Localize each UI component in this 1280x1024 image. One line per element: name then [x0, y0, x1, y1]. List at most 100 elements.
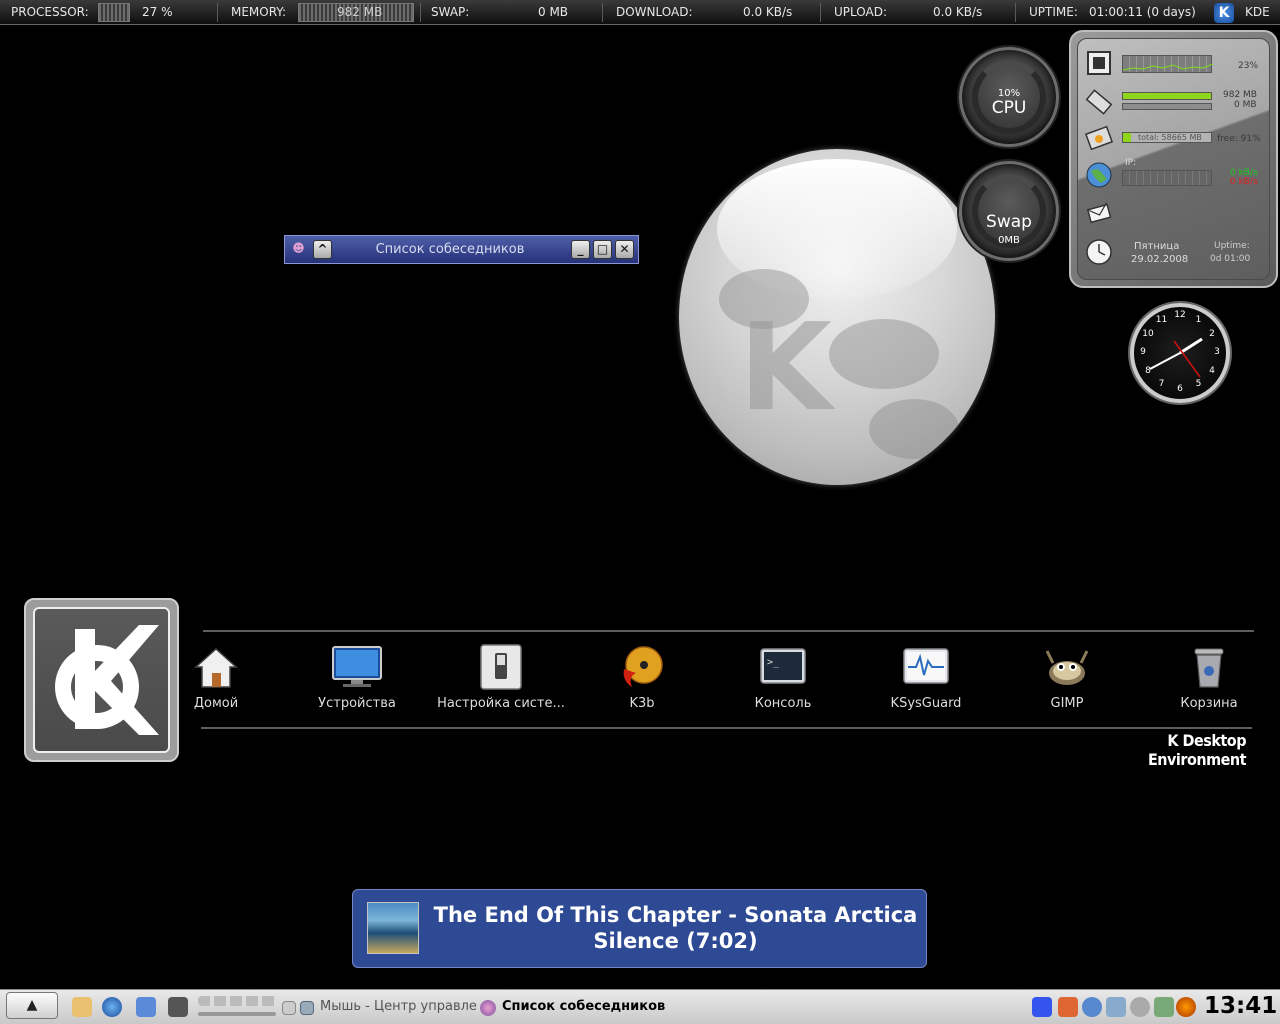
cpu-history-graph [1122, 55, 1214, 73]
task-contact-list[interactable]: Список собеседников [502, 999, 665, 1014]
album-cover-image [367, 902, 419, 954]
network-globe-icon [1086, 162, 1112, 188]
swap-gauge: Swap 0MB [959, 161, 1059, 261]
task-control-center[interactable]: Мышь - Центр управле [320, 999, 477, 1014]
tray-amarok-icon[interactable] [1058, 997, 1078, 1017]
sysmon-date: 29.02.2008 [1131, 254, 1189, 265]
taskbar-clock[interactable]: 13:41 [1204, 993, 1277, 1019]
home-icon [194, 647, 238, 688]
cpu-chip-icon [1087, 51, 1111, 75]
launcher-label: Корзина [1180, 696, 1238, 711]
kopete-app-icon[interactable]: ☻ [289, 240, 308, 259]
launcher-top-divider [203, 630, 1254, 632]
swap-label: SWAP: [431, 5, 470, 19]
launcher-bottom-divider [201, 727, 1252, 729]
clock-numeral: 12 [1174, 310, 1186, 320]
separator [820, 3, 821, 22]
clock-numeral: 1 [1195, 314, 1202, 325]
system-settings-icon [480, 644, 522, 690]
launcher-label: GIMP [1050, 696, 1084, 711]
kde-watermark-icon: K [739, 299, 832, 438]
svg-text:>_: >_ [767, 657, 780, 668]
kde-logo-icon[interactable]: K [1214, 3, 1234, 23]
clock-numeral: 3 [1214, 347, 1220, 357]
clock-numeral: 8 [1145, 365, 1151, 376]
sysmon-cpu-percent: 23% [1238, 61, 1259, 71]
top-status-bar: PROCESSOR: 27 % MEMORY: 982 MB SWAP: 0 M… [0, 0, 1280, 25]
hard-disk-icon [1085, 125, 1113, 151]
swap-gauge-label: Swap [986, 212, 1032, 232]
konqueror-icon[interactable] [102, 997, 122, 1017]
trash-icon [1194, 648, 1224, 688]
clock-hour-hand [1179, 337, 1203, 355]
tray-network-icon[interactable] [1082, 997, 1102, 1017]
tray-firefox-icon[interactable] [1176, 997, 1196, 1017]
clock-numeral: 7 [1158, 379, 1165, 390]
media-seek-slider[interactable] [198, 1012, 276, 1016]
separator [420, 3, 421, 22]
download-label: DOWNLOAD: [616, 5, 693, 19]
tray-kmix-icon[interactable] [1106, 997, 1126, 1017]
tray-update-icon[interactable] [1130, 997, 1150, 1017]
maximize-button[interactable]: □ [593, 240, 612, 259]
sysmon-uptime-label: Uptime: [1214, 241, 1250, 251]
kde-big-logo-button[interactable] [24, 598, 179, 762]
close-button[interactable]: ✕ [615, 240, 634, 259]
k3b-icon [623, 646, 663, 687]
clock-numeral: 2 [1209, 328, 1215, 339]
track-title: The End Of This Chapter - Sonata Arctica [433, 903, 918, 927]
launcher-label: Домой [193, 696, 239, 711]
minimize-button[interactable]: _ [571, 240, 590, 259]
clock-numeral: 4 [1209, 365, 1215, 376]
memory-module-icon [1085, 89, 1113, 115]
download-value: 0.0 KB/s [743, 5, 793, 19]
processor-label: PROCESSOR: [11, 5, 89, 19]
uptime-label: UPTIME: [1029, 5, 1078, 19]
launcher-label: Консоль [754, 696, 812, 711]
contact-list-window-titlebar[interactable]: ☻ ^ Список собеседников _ □ ✕ [284, 235, 639, 264]
file-manager-icon[interactable] [136, 997, 156, 1017]
ksysguard-icon [903, 648, 949, 684]
separator [1015, 3, 1016, 22]
launcher-label: KSysGuard [890, 696, 962, 711]
kde-caption: K Desktop Environment [1147, 731, 1247, 769]
k-menu-button[interactable]: ▲ [6, 992, 58, 1019]
mail-envelope-icon [1086, 202, 1112, 224]
pager-icon[interactable] [282, 1001, 296, 1015]
separator [602, 3, 603, 22]
terminal-icon[interactable] [168, 997, 188, 1017]
separator [217, 3, 218, 22]
kde-label[interactable]: KDE [1245, 5, 1270, 19]
memory-value: 982 MB [337, 5, 383, 19]
swap-gauge-value: 0MB [998, 235, 1020, 246]
tray-klipper-icon[interactable] [1032, 997, 1052, 1017]
analog-clock-widget[interactable]: 12 1 2 3 4 5 6 7 8 9 10 11 [1130, 303, 1230, 403]
media-controls[interactable] [198, 996, 278, 1006]
clock-icon [1086, 239, 1112, 265]
sysmon-day-name: Пятница [1134, 241, 1180, 252]
uptime-value: 01:00:11 (0 days) [1089, 5, 1196, 19]
window-title: Список собеседников [375, 242, 525, 257]
cpu-gauge: 10% CPU [959, 47, 1059, 147]
launcher-quick-icon[interactable] [72, 997, 92, 1017]
sysmon-disk-free: free: 91% [1217, 134, 1261, 144]
sysmon-uptime-value: 0d 01:00 [1210, 254, 1251, 264]
swap-usage-bar [1122, 103, 1212, 110]
shade-button[interactable]: ^ [313, 240, 332, 259]
memory-usage-bar [1122, 92, 1212, 100]
konsole-icon: >_ [760, 648, 806, 684]
monitor-icon [332, 646, 382, 687]
tray-power-icon[interactable] [1154, 997, 1174, 1017]
launcher-label: Настройка систе... [437, 696, 565, 711]
mouse-settings-task-icon [300, 1001, 314, 1015]
clock-numeral: 10 [1142, 328, 1154, 339]
launcher-label: Устройства [318, 696, 396, 711]
kopete-task-icon [480, 1000, 496, 1016]
clock-numeral: 11 [1155, 314, 1168, 325]
sysmon-ip-label: IP: [1125, 158, 1137, 168]
moon-wallpaper-graphic: K [679, 149, 995, 485]
album-and-length: Silence (7:02) [593, 929, 758, 953]
sysmon-swap-used: 0 MB [1234, 100, 1257, 110]
clock-numeral: 9 [1140, 347, 1146, 357]
clock-numeral: 5 [1195, 379, 1202, 390]
